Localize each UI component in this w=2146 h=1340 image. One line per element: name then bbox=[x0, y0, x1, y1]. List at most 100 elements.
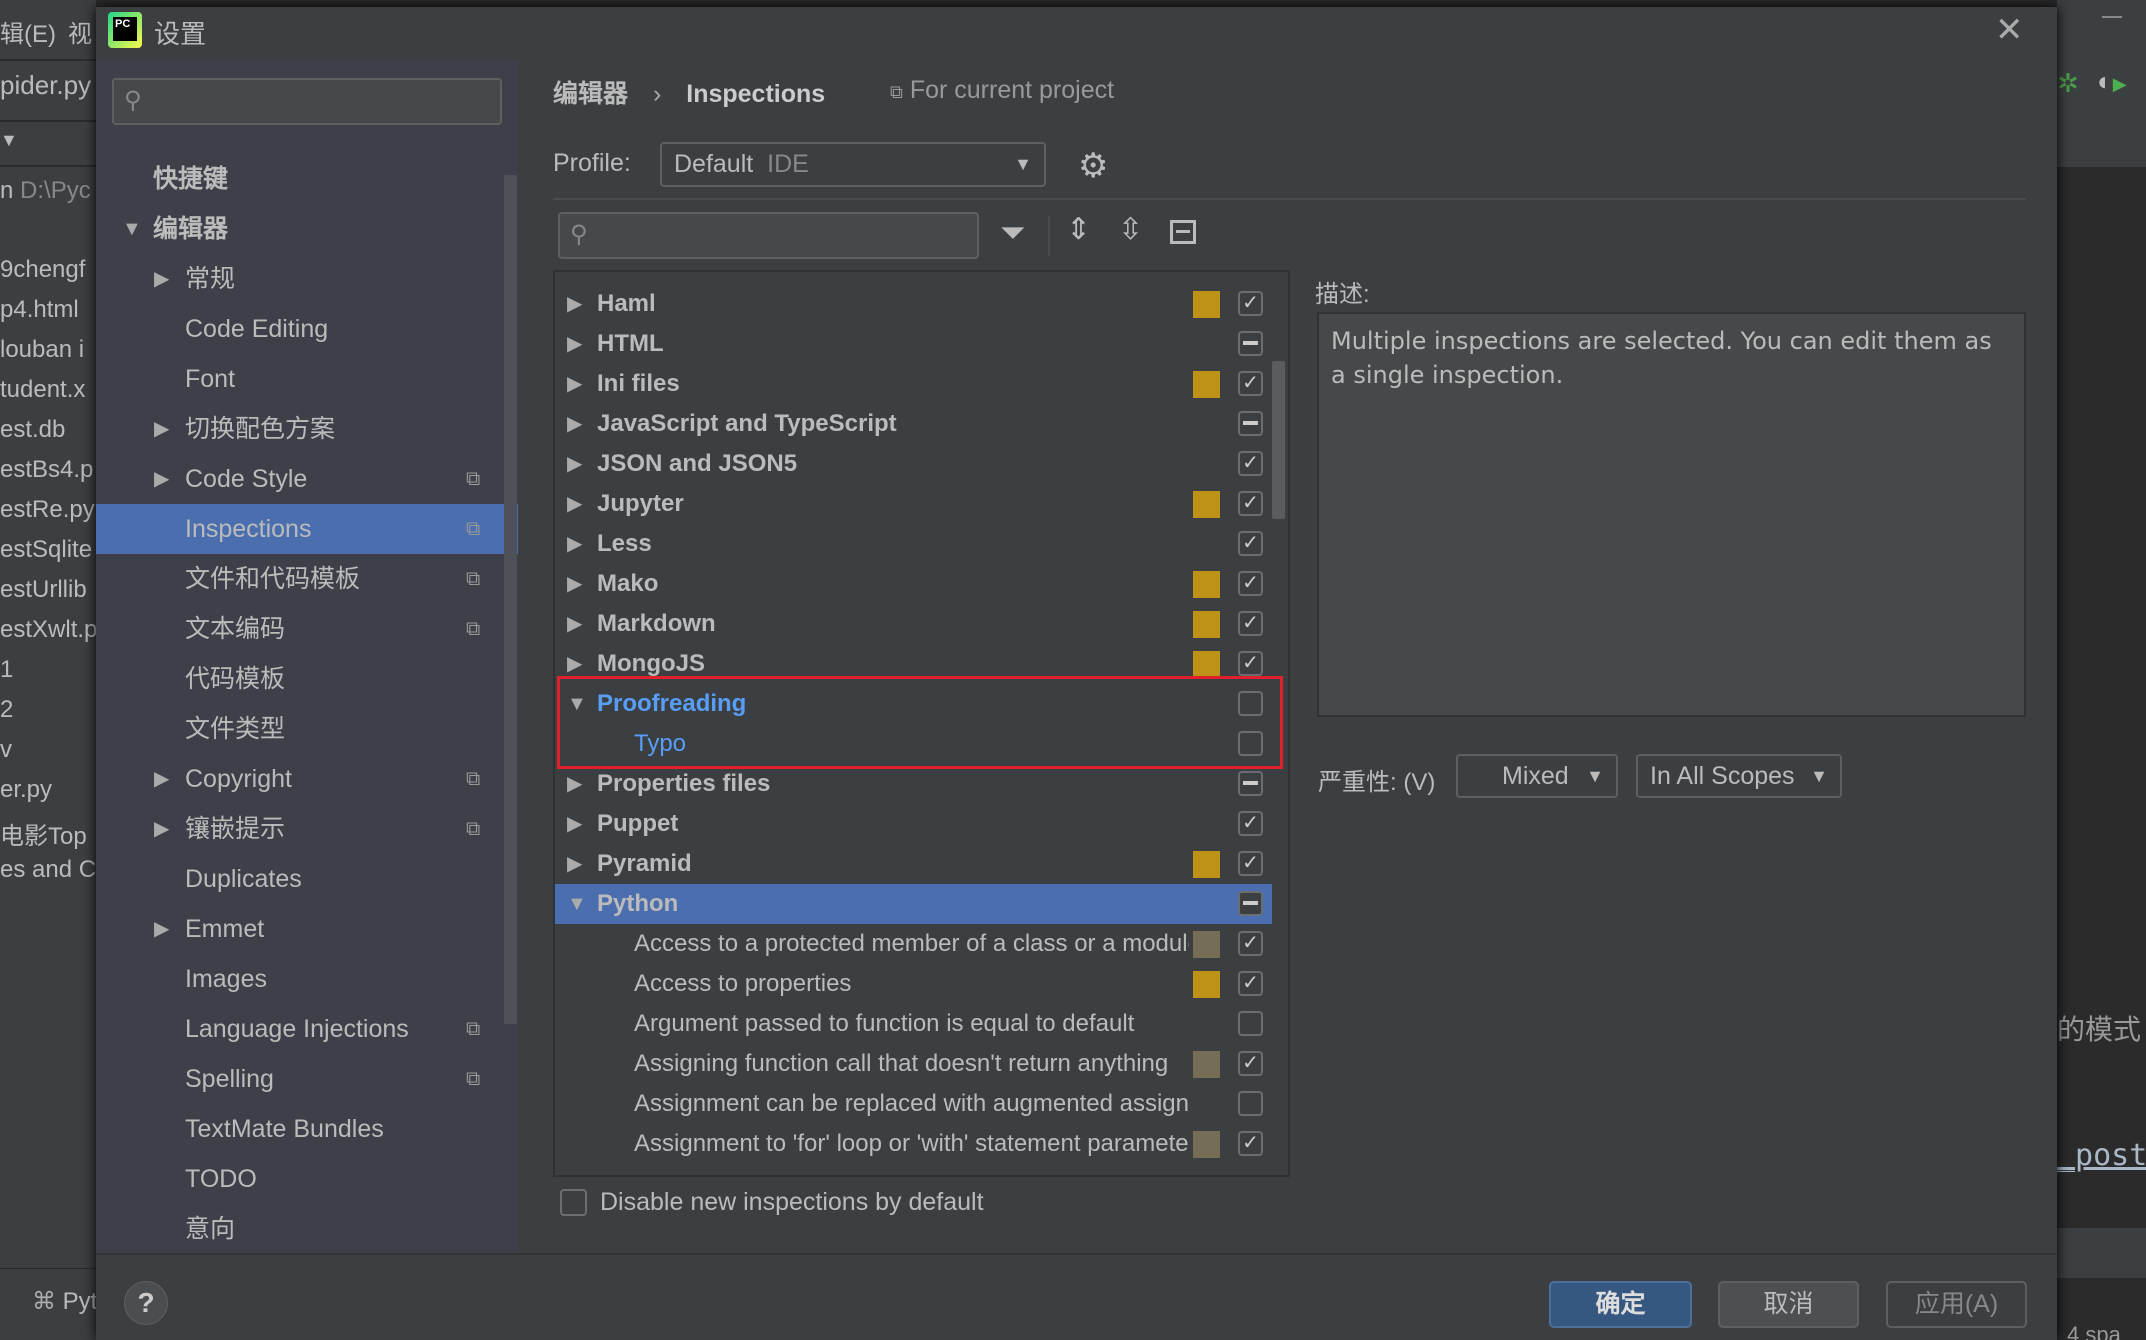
project-file-item[interactable]: er.py bbox=[0, 776, 52, 804]
expand-right-icon[interactable]: ▶ bbox=[154, 904, 169, 954]
inspection-checkbox[interactable]: ✓ bbox=[1238, 851, 1263, 876]
cancel-button[interactable]: 取消 bbox=[1718, 1281, 1859, 1328]
sidebar-item[interactable]: TextMate Bundles bbox=[96, 1104, 518, 1154]
project-file-item[interactable]: es and C bbox=[0, 856, 96, 884]
sidebar-scrollbar[interactable] bbox=[504, 175, 517, 1024]
expand-right-icon[interactable]: ▶ bbox=[567, 484, 582, 524]
tree-row[interactable]: Argument passed to function is equal to … bbox=[555, 1004, 1272, 1044]
expand-right-icon[interactable]: ▶ bbox=[567, 284, 582, 324]
sidebar-item[interactable]: ▶ 镶嵌提示 ⧉ bbox=[96, 804, 518, 854]
inspection-checkbox[interactable]: ✓ bbox=[1238, 451, 1263, 476]
minimize-icon[interactable] bbox=[2102, 16, 2122, 18]
expand-down-icon[interactable]: ▼ bbox=[567, 884, 587, 924]
sidebar-item[interactable]: 意向 bbox=[96, 1204, 518, 1254]
project-file-item[interactable]: est.db bbox=[0, 416, 65, 444]
project-file-item[interactable]: v bbox=[0, 736, 12, 764]
tree-row[interactable]: Access to a protected member of a class … bbox=[555, 924, 1272, 964]
project-file-item[interactable]: estBs4.p bbox=[0, 456, 93, 484]
python-console-tab[interactable]: ⌘ Pyt bbox=[32, 1287, 96, 1316]
sidebar-item[interactable]: ▶ Copyright ⧉ bbox=[96, 754, 518, 804]
sidebar-item[interactable]: 快捷键 bbox=[96, 154, 518, 204]
project-file-item[interactable]: estRe.py bbox=[0, 496, 95, 524]
breadcrumb-parent[interactable]: 编辑器 bbox=[553, 80, 628, 108]
project-file-item[interactable]: estSqlite bbox=[0, 536, 92, 564]
inspection-checkbox[interactable]: ✓ bbox=[1238, 811, 1263, 836]
apply-button[interactable]: 应用(A) bbox=[1886, 1281, 2027, 1328]
inspection-checkbox[interactable]: ✓ bbox=[1238, 611, 1263, 636]
ide-editor-tab[interactable]: pider.py bbox=[0, 70, 91, 101]
expand-right-icon[interactable]: ▶ bbox=[567, 804, 582, 844]
sidebar-item[interactable]: 文件类型 bbox=[96, 704, 518, 754]
sidebar-item[interactable]: Code Editing bbox=[96, 304, 518, 354]
inspection-checkbox[interactable]: ✓ bbox=[1238, 971, 1263, 996]
tree-row[interactable]: Assignment to 'for' loop or 'with' state… bbox=[555, 1124, 1272, 1164]
inspection-checkbox[interactable]: ✓ bbox=[1238, 531, 1263, 556]
gear-icon[interactable]: ⚙ bbox=[1078, 146, 1108, 186]
tree-row[interactable]: ▼ Python bbox=[555, 884, 1272, 924]
inspection-checkbox[interactable] bbox=[1238, 331, 1263, 356]
tree-row[interactable]: ▶ Jupyter ✓ bbox=[555, 484, 1272, 524]
expand-right-icon[interactable]: ▶ bbox=[567, 324, 582, 364]
help-button[interactable]: ? bbox=[124, 1281, 168, 1325]
project-file-item[interactable]: p4.html bbox=[0, 296, 79, 324]
tree-row[interactable]: ▶ Less ✓ bbox=[555, 524, 1272, 564]
inspection-search-input[interactable]: ⚲ bbox=[558, 212, 979, 259]
expand-right-icon[interactable]: ▶ bbox=[154, 804, 169, 854]
expand-right-icon[interactable]: ▶ bbox=[567, 844, 582, 884]
sidebar-item[interactable]: Spelling ⧉ bbox=[96, 1054, 518, 1104]
project-file-item[interactable]: 2 bbox=[0, 696, 13, 724]
project-file-item[interactable]: estXwlt.p bbox=[0, 616, 96, 644]
tree-row[interactable]: ▶ Pyramid ✓ bbox=[555, 844, 1272, 884]
sidebar-item[interactable]: ▶ Code Style ⧉ bbox=[96, 454, 518, 504]
sidebar-item[interactable]: Language Injections ⧉ bbox=[96, 1004, 518, 1054]
inspection-checkbox[interactable] bbox=[1238, 1091, 1263, 1116]
inspection-checkbox[interactable]: ✓ bbox=[1238, 371, 1263, 396]
tree-row[interactable]: ▶ Ini files ✓ bbox=[555, 364, 1272, 404]
inspection-checkbox[interactable]: ✓ bbox=[1238, 651, 1263, 676]
tree-row[interactable]: ▶ JSON and JSON5 ✓ bbox=[555, 444, 1272, 484]
ok-button[interactable]: 确定 bbox=[1549, 1281, 1692, 1328]
sidebar-item[interactable]: ▶ 切换配色方案 bbox=[96, 404, 518, 454]
inspection-checkbox[interactable]: ✓ bbox=[1238, 491, 1263, 516]
project-root[interactable]: n D:\Pyc bbox=[0, 177, 91, 205]
tree-row[interactable]: ▶ Haml ✓ bbox=[555, 284, 1272, 324]
sidebar-item[interactable]: ▼ 编辑器 bbox=[96, 204, 518, 254]
inspection-checkbox[interactable] bbox=[1238, 771, 1263, 796]
project-file-item[interactable]: louban i bbox=[0, 336, 84, 364]
tree-row[interactable]: ▶ Mako ✓ bbox=[555, 564, 1272, 604]
inspection-checkbox[interactable] bbox=[1238, 1011, 1263, 1036]
debug-icon[interactable]: ✲ bbox=[2057, 68, 2079, 99]
sidebar-item[interactable]: TODO bbox=[96, 1154, 518, 1204]
collapse-all-icon[interactable]: ⇳ bbox=[1118, 212, 1143, 247]
tree-row[interactable]: Access to properties ✓ bbox=[555, 964, 1272, 1004]
close-icon[interactable]: ✕ bbox=[1995, 10, 2024, 50]
expand-right-icon[interactable]: ▶ bbox=[154, 454, 169, 504]
scope-select[interactable]: In All Scopes ▼ bbox=[1636, 754, 1842, 798]
expand-right-icon[interactable]: ▶ bbox=[567, 764, 582, 804]
inspection-checkbox[interactable] bbox=[1238, 411, 1263, 436]
expand-right-icon[interactable]: ▶ bbox=[567, 604, 582, 644]
reset-icon[interactable] bbox=[1170, 220, 1196, 244]
expand-right-icon[interactable]: ▶ bbox=[567, 404, 582, 444]
filter-icon[interactable]: ⏷ bbox=[1000, 214, 1026, 252]
inspection-checkbox[interactable]: ✓ bbox=[1238, 291, 1263, 316]
inspection-checkbox[interactable]: ✓ bbox=[1238, 931, 1263, 956]
ide-menu-view[interactable]: 视 bbox=[68, 14, 92, 49]
inspection-checkbox[interactable]: ✓ bbox=[1238, 1051, 1263, 1076]
inspection-checkbox[interactable]: ✓ bbox=[1238, 1131, 1263, 1156]
project-file-item[interactable]: 1 bbox=[0, 656, 13, 684]
expand-right-icon[interactable]: ▶ bbox=[567, 364, 582, 404]
sidebar-item[interactable]: ▶ Emmet bbox=[96, 904, 518, 954]
profile-select[interactable]: Default IDE ▼ bbox=[660, 142, 1046, 187]
tree-row[interactable]: ▶ Properties files bbox=[555, 764, 1272, 804]
expand-right-icon[interactable]: ▶ bbox=[567, 524, 582, 564]
sidebar-item[interactable]: Font bbox=[96, 354, 518, 404]
sidebar-item[interactable]: 文件和代码模板 ⧉ bbox=[96, 554, 518, 604]
disable-new-checkbox[interactable] bbox=[560, 1189, 587, 1216]
expand-right-icon[interactable]: ▶ bbox=[567, 564, 582, 604]
sidebar-item[interactable]: 文本编码 ⧉ bbox=[96, 604, 518, 654]
run-with-coverage-icon[interactable]: ◐▶ bbox=[2097, 66, 2127, 97]
expand-right-icon[interactable]: ▶ bbox=[154, 404, 169, 454]
sidebar-search-input[interactable]: ⚲ bbox=[112, 78, 502, 125]
tree-row[interactable]: Assignment can be replaced with augmente… bbox=[555, 1084, 1272, 1124]
